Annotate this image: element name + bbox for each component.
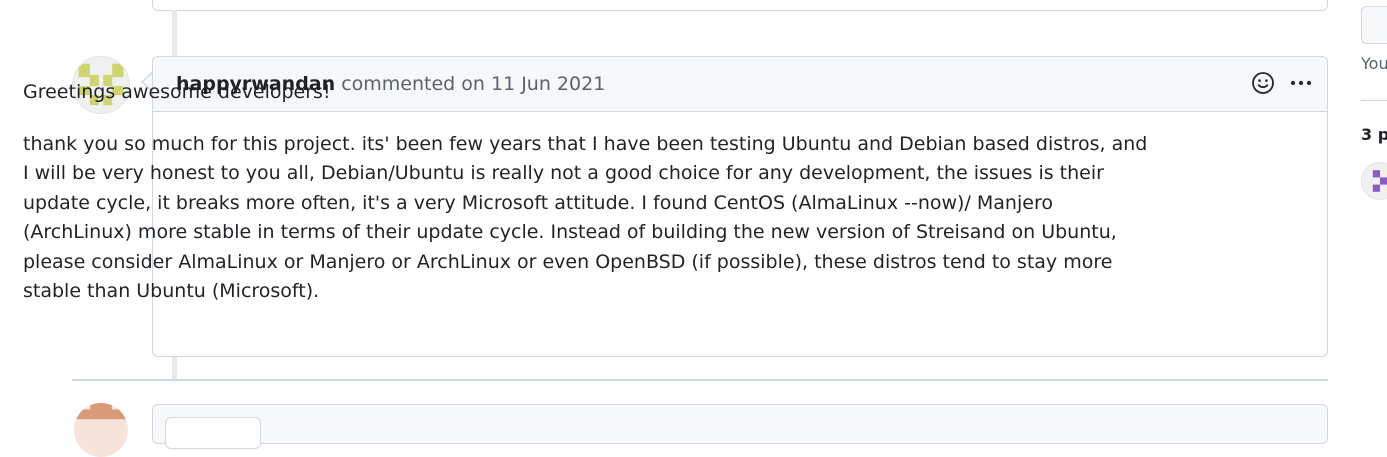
comment-paragraph: Greetings awesome developers! (23, 81, 331, 103)
timeline-line-bottom (172, 357, 177, 379)
participant-avatar[interactable] (1361, 162, 1387, 200)
notification-button[interactable] (1361, 6, 1387, 44)
kebab-horizontal-icon[interactable] (1289, 71, 1313, 95)
next-comment-avatar[interactable] (74, 403, 128, 457)
comment-actions (1251, 71, 1313, 95)
comment-paragraph: thank you so much for this project. its'… (23, 132, 1148, 303)
comment-body: Greetings awesome developers! thank you … (23, 78, 1158, 307)
identicon-avatar-next (74, 403, 128, 457)
next-comment-card (152, 404, 1328, 449)
sidebar-divider (1361, 100, 1387, 101)
notification-reason-text: You (1361, 54, 1387, 73)
timeline-line-top (172, 10, 177, 56)
identicon-avatar-participant (1362, 163, 1387, 199)
timeline-divider (72, 379, 1328, 381)
next-comment-tab[interactable] (165, 417, 261, 449)
smiley-icon[interactable] (1251, 71, 1275, 95)
participants-heading: 3 pa (1361, 125, 1387, 144)
previous-comment-card (152, 0, 1328, 11)
